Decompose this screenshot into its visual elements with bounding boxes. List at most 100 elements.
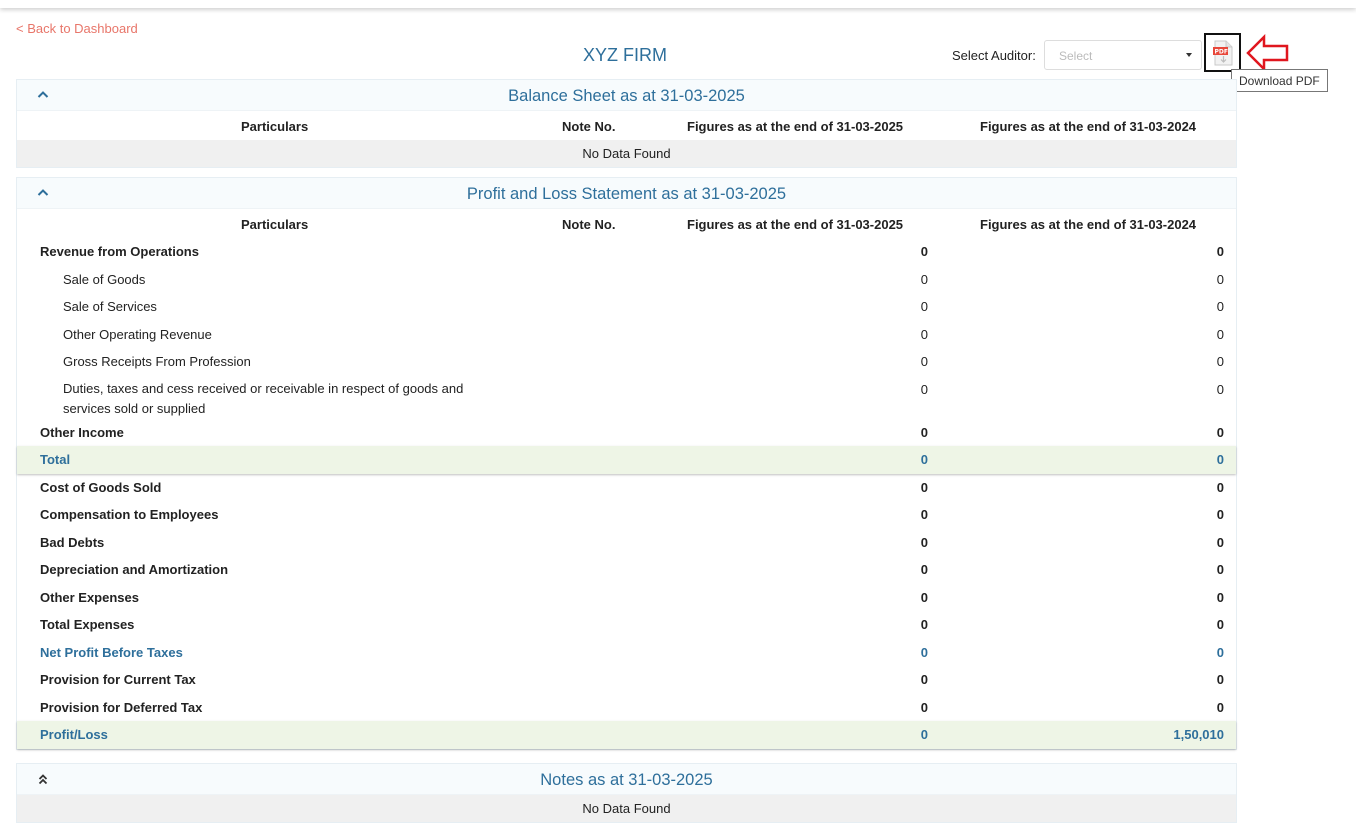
row-value-current: 0 [920, 326, 928, 342]
pdf-download-icon: PDF [1213, 40, 1233, 66]
column-note-no: Note No. [562, 217, 616, 232]
table-row: Total 0 0 [17, 446, 1236, 474]
row-label: Profit/Loss [17, 721, 608, 749]
row-value-current: 0 [608, 446, 934, 474]
auditor-select[interactable]: Select [1044, 40, 1202, 70]
notes-title: Notes as at 31-03-2025 [540, 771, 713, 789]
row-value-current: 0 [608, 721, 934, 749]
table-row: Sale of Goods 0 0 [17, 266, 1236, 294]
row-label: Total Expenses [40, 617, 135, 632]
row-label: Provision for Deferred Tax [40, 699, 203, 715]
profit-loss-panel: Profit and Loss Statement as at 31-03-20… [16, 177, 1237, 750]
table-row: Provision for Deferred Tax 0 0 [17, 694, 1236, 722]
row-value-previous: 0 [1216, 381, 1224, 397]
row-value-current: 0 [920, 699, 928, 715]
row-label: Sale of Services [63, 299, 157, 314]
row-label: Other Expenses [40, 589, 139, 605]
column-fy-previous: Figures as at the end of 31-03-2024 [980, 119, 1197, 134]
row-value-current: 0 [920, 424, 928, 440]
row-value-current: 0 [920, 617, 928, 632]
balance-sheet-title: Balance Sheet as at 31-03-2025 [508, 87, 745, 105]
table-row: Provision for Current Tax 0 0 [17, 666, 1236, 694]
row-value-current: 0 [920, 244, 928, 259]
auditor-label: Select Auditor: [952, 48, 1036, 63]
balance-sheet-header[interactable]: Balance Sheet as at 31-03-2025 [17, 80, 1236, 111]
table-row: Other Operating Revenue 0 0 [17, 321, 1236, 349]
row-value-previous: 0 [1216, 617, 1224, 632]
caret-down-icon [1186, 53, 1192, 57]
row-value-previous: 0 [1216, 424, 1224, 440]
row-label: Other Operating Revenue [63, 326, 212, 342]
top-bar [0, 0, 1356, 8]
row-value-current: 0 [920, 562, 928, 577]
notes-header[interactable]: Notes as at 31-03-2025 [17, 764, 1236, 795]
column-fy-current: Figures as at the end of 31-03-2025 [687, 119, 904, 134]
table-row: Bad Debts 0 0 [17, 529, 1236, 557]
row-value-current: 0 [920, 271, 928, 287]
svg-text:PDF: PDF [1215, 49, 1228, 56]
balance-sheet-column-headers: Particulars Note No. Figures as at the e… [17, 111, 1236, 140]
row-value-current: 0 [920, 479, 928, 495]
column-fy-previous: Figures as at the end of 31-03-2024 [980, 217, 1197, 232]
row-value-current: 0 [920, 672, 928, 687]
profit-loss-column-headers: Particulars Note No. Figures as at the e… [17, 209, 1236, 238]
table-row: Net Profit Before Taxes 0 0 [17, 639, 1236, 667]
row-value-previous: 0 [1216, 354, 1224, 369]
column-note-no: Note No. [562, 119, 616, 134]
back-to-dashboard-link[interactable]: < Back to Dashboard [16, 21, 138, 36]
row-value-previous: 0 [1216, 507, 1224, 522]
row-label: Sale of Goods [63, 271, 146, 287]
table-row: Profit/Loss 0 1,50,010 [17, 721, 1236, 749]
column-fy-current: Figures as at the end of 31-03-2025 [687, 217, 904, 232]
download-pdf-tooltip: Download PDF [1231, 69, 1328, 92]
row-value-previous: 0 [1216, 672, 1224, 687]
download-pdf-button[interactable]: PDF [1204, 33, 1241, 72]
row-value-previous: 0 [1216, 479, 1224, 495]
row-value-current: 0 [920, 299, 928, 314]
row-value-previous: 0 [1216, 534, 1224, 550]
row-label: Provision for Current Tax [40, 672, 196, 687]
row-value-current: 0 [920, 534, 928, 550]
row-label: Net Profit Before Taxes [40, 644, 183, 660]
profit-loss-table: Revenue from Operations 0 0 Sale of Goods 0 0… [17, 238, 1236, 749]
profit-loss-header[interactable]: Profit and Loss Statement as at 31-03-20… [17, 178, 1236, 209]
column-particulars: Particulars [241, 119, 309, 134]
table-row: Compensation to Employees 0 0 [17, 501, 1236, 529]
table-row: Revenue from Operations 0 0 [17, 238, 1236, 266]
row-label: Depreciation and Amortization [40, 562, 229, 577]
table-row: Other Expenses 0 0 [17, 584, 1236, 612]
row-value-previous: 0 [1216, 299, 1224, 314]
row-label: Other Income [40, 424, 124, 440]
table-row: Depreciation and Amortization 0 0 [17, 556, 1236, 584]
table-row: Duties, taxes and cess received or recei… [17, 376, 1236, 419]
table-row: Gross Receipts From Profession 0 0 [17, 348, 1236, 376]
row-label: Revenue from Operations [40, 244, 199, 259]
row-value-previous: 0 [934, 446, 1236, 474]
row-label: Cost of Goods Sold [40, 479, 162, 495]
row-label: Bad Debts [40, 534, 105, 550]
row-value-previous: 1,50,010 [934, 721, 1236, 749]
row-label: Compensation to Employees [40, 507, 219, 522]
notes-panel: Notes as at 31-03-2025 No Data Found [16, 763, 1237, 823]
row-value-previous: 0 [1216, 326, 1224, 342]
row-value-previous: 0 [1216, 271, 1224, 287]
table-row: Sale of Services 0 0 [17, 293, 1236, 321]
balance-sheet-panel: Balance Sheet as at 31-03-2025 Particula… [16, 79, 1237, 168]
row-value-previous: 0 [1216, 244, 1224, 259]
row-value-current: 0 [920, 644, 928, 660]
row-label: Duties, taxes and cess received or recei… [63, 380, 464, 416]
row-label: Total [17, 446, 608, 474]
row-value-previous: 0 [1216, 562, 1224, 577]
row-value-previous: 0 [1216, 699, 1224, 715]
balance-sheet-empty-state: No Data Found [17, 140, 1236, 167]
row-value-current: 0 [920, 354, 928, 369]
table-row: Other Income 0 0 [17, 419, 1236, 447]
table-row: Cost of Goods Sold 0 0 [17, 474, 1236, 502]
row-value-current: 0 [920, 507, 928, 522]
row-value-current: 0 [920, 589, 928, 605]
table-row: Total Expenses 0 0 [17, 611, 1236, 639]
column-particulars: Particulars [241, 217, 309, 232]
arrow-left-outline-icon [1246, 34, 1289, 72]
row-value-previous: 0 [1216, 644, 1224, 660]
notes-empty-state: No Data Found [17, 795, 1236, 822]
